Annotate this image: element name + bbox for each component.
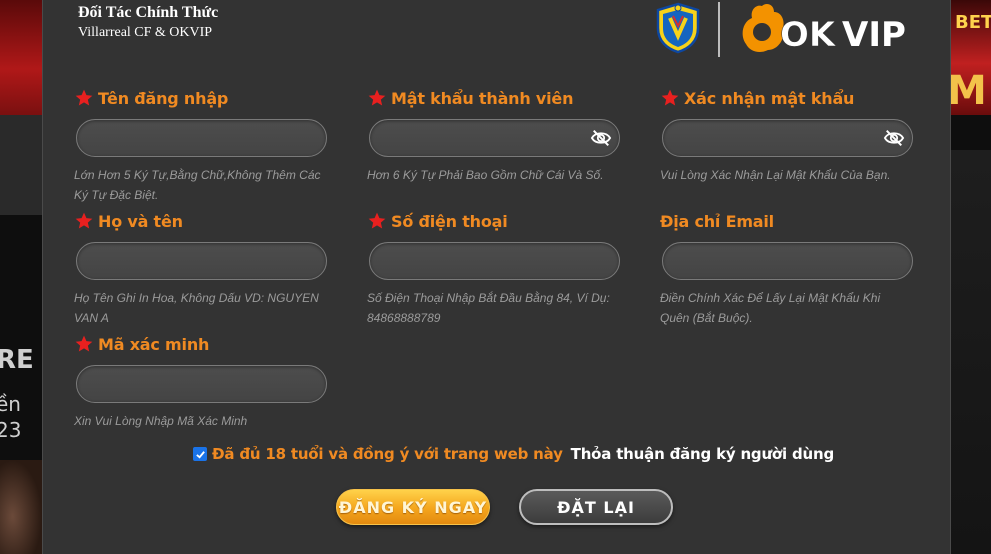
fullname-hint: Họ Tên Ghi In Hoa, Không Dấu VD: NGUYEN …: [74, 291, 319, 325]
username-label-text: Tên đăng nhập: [98, 88, 229, 108]
background-text-3: 23: [0, 418, 22, 442]
username-hint: Lớn Hơn 5 Ký Tự,Bằng Chữ,Không Thêm Các …: [74, 168, 321, 202]
phone-input[interactable]: [369, 242, 620, 280]
username-group: Tên đăng nhập Lớn Hơn 5 Ký Tự,Bằng Chữ,K…: [74, 87, 344, 205]
okvip-logo: OK VIP: [742, 4, 906, 55]
star-icon: [368, 89, 386, 106]
star-icon: [368, 212, 386, 229]
password-input[interactable]: [369, 119, 620, 157]
background-text-2: ền: [0, 392, 21, 416]
confirm-password-input[interactable]: [662, 119, 913, 157]
captcha-input[interactable]: [76, 365, 327, 403]
confirm-password-group: Xác nhận mật khẩu Vui Lòng Xác Nhận Lại …: [660, 87, 930, 185]
confirm-password-label-text: Xác nhận mật khẩu: [684, 88, 855, 108]
email-label: Địa chỉ Email: [660, 210, 930, 232]
phone-label: Số điện thoại: [367, 210, 637, 232]
star-icon: [75, 212, 93, 229]
fullname-input[interactable]: [76, 242, 327, 280]
background-banner-left: [0, 0, 42, 115]
registration-modal: Đối Tác Chính Thức Villarreal CF & OKVIP…: [42, 0, 951, 554]
partner-subtitle: Villarreal CF & OKVIP: [78, 25, 213, 40]
confirm-password-hint: Vui Lòng Xác Nhận Lại Mật Khẩu Của Bạn.: [660, 168, 891, 182]
eye-off-icon[interactable]: [590, 128, 612, 148]
agreement-checkbox[interactable]: [193, 447, 207, 461]
background-left-strip: RE ền 23: [0, 0, 42, 554]
captcha-hint: Xin Vui Lòng Nhập Mã Xác Minh: [74, 414, 248, 428]
username-input[interactable]: [76, 119, 327, 157]
background-right-big-text: M: [951, 68, 987, 114]
email-input[interactable]: [662, 242, 913, 280]
fullname-label: Họ và tên: [74, 210, 344, 232]
captcha-label-text: Mã xác minh: [98, 334, 210, 354]
confirm-password-label: Xác nhận mật khẩu: [660, 87, 930, 109]
agreement-text: Đã đủ 18 tuổi và đồng ý với trang web nà…: [212, 445, 563, 463]
captcha-group: Mã xác minh Xin Vui Lòng Nhập Mã Xác Min…: [74, 333, 344, 431]
email-group: Địa chỉ Email Điền Chính Xác Để Lấy Lại …: [660, 210, 930, 328]
star-icon: [75, 335, 93, 352]
eye-off-icon[interactable]: [883, 128, 905, 148]
background-band-left: [0, 115, 42, 215]
background-right-text: BET: [955, 12, 991, 33]
agreement-row: Đã đủ 18 tuổi và đồng ý với trang web nà…: [193, 443, 834, 465]
star-icon: [661, 89, 679, 106]
phone-label-text: Số điện thoại: [391, 211, 508, 231]
captcha-label: Mã xác minh: [74, 333, 344, 355]
background-text-1: RE: [0, 345, 34, 375]
background-person-image: [0, 460, 42, 554]
password-label-text: Mật khẩu thành viên: [391, 88, 574, 108]
email-hint: Điền Chính Xác Để Lấy Lại Mật Khẩu Khi Q…: [660, 291, 881, 325]
password-hint: Hơn 6 Ký Tự Phải Bao Gồm Chữ Cái Và Số.: [367, 168, 604, 182]
password-group: Mật khẩu thành viên Hơn 6 Ký Tự Phải Bao…: [367, 87, 637, 185]
svg-text:VIP: VIP: [842, 15, 906, 55]
villarreal-logo: [656, 2, 700, 54]
star-icon: [75, 89, 93, 106]
background-band-right: [951, 150, 991, 554]
logo-divider: [718, 2, 720, 57]
fullname-group: Họ và tên Họ Tên Ghi In Hoa, Không Dấu V…: [74, 210, 344, 328]
password-label: Mật khẩu thành viên: [367, 87, 637, 109]
email-label-text: Địa chỉ Email: [660, 211, 774, 231]
partner-title: Đối Tác Chính Thức: [78, 4, 219, 21]
background-right-strip: BET M: [951, 0, 991, 554]
phone-hint: Số Điện Thoại Nhập Bắt Đầu Bằng 84, Ví D…: [367, 291, 610, 325]
username-label: Tên đăng nhập: [74, 87, 344, 109]
register-button[interactable]: ĐĂNG KÝ NGAY: [336, 489, 490, 525]
user-agreement-link[interactable]: Thỏa thuận đăng ký người dùng: [571, 445, 835, 463]
check-icon: [195, 450, 205, 459]
svg-text:OK: OK: [780, 15, 837, 55]
reset-button[interactable]: ĐẶT LẠI: [519, 489, 673, 525]
fullname-label-text: Họ và tên: [98, 211, 183, 231]
phone-group: Số điện thoại Số Điện Thoại Nhập Bắt Đầu…: [367, 210, 637, 328]
